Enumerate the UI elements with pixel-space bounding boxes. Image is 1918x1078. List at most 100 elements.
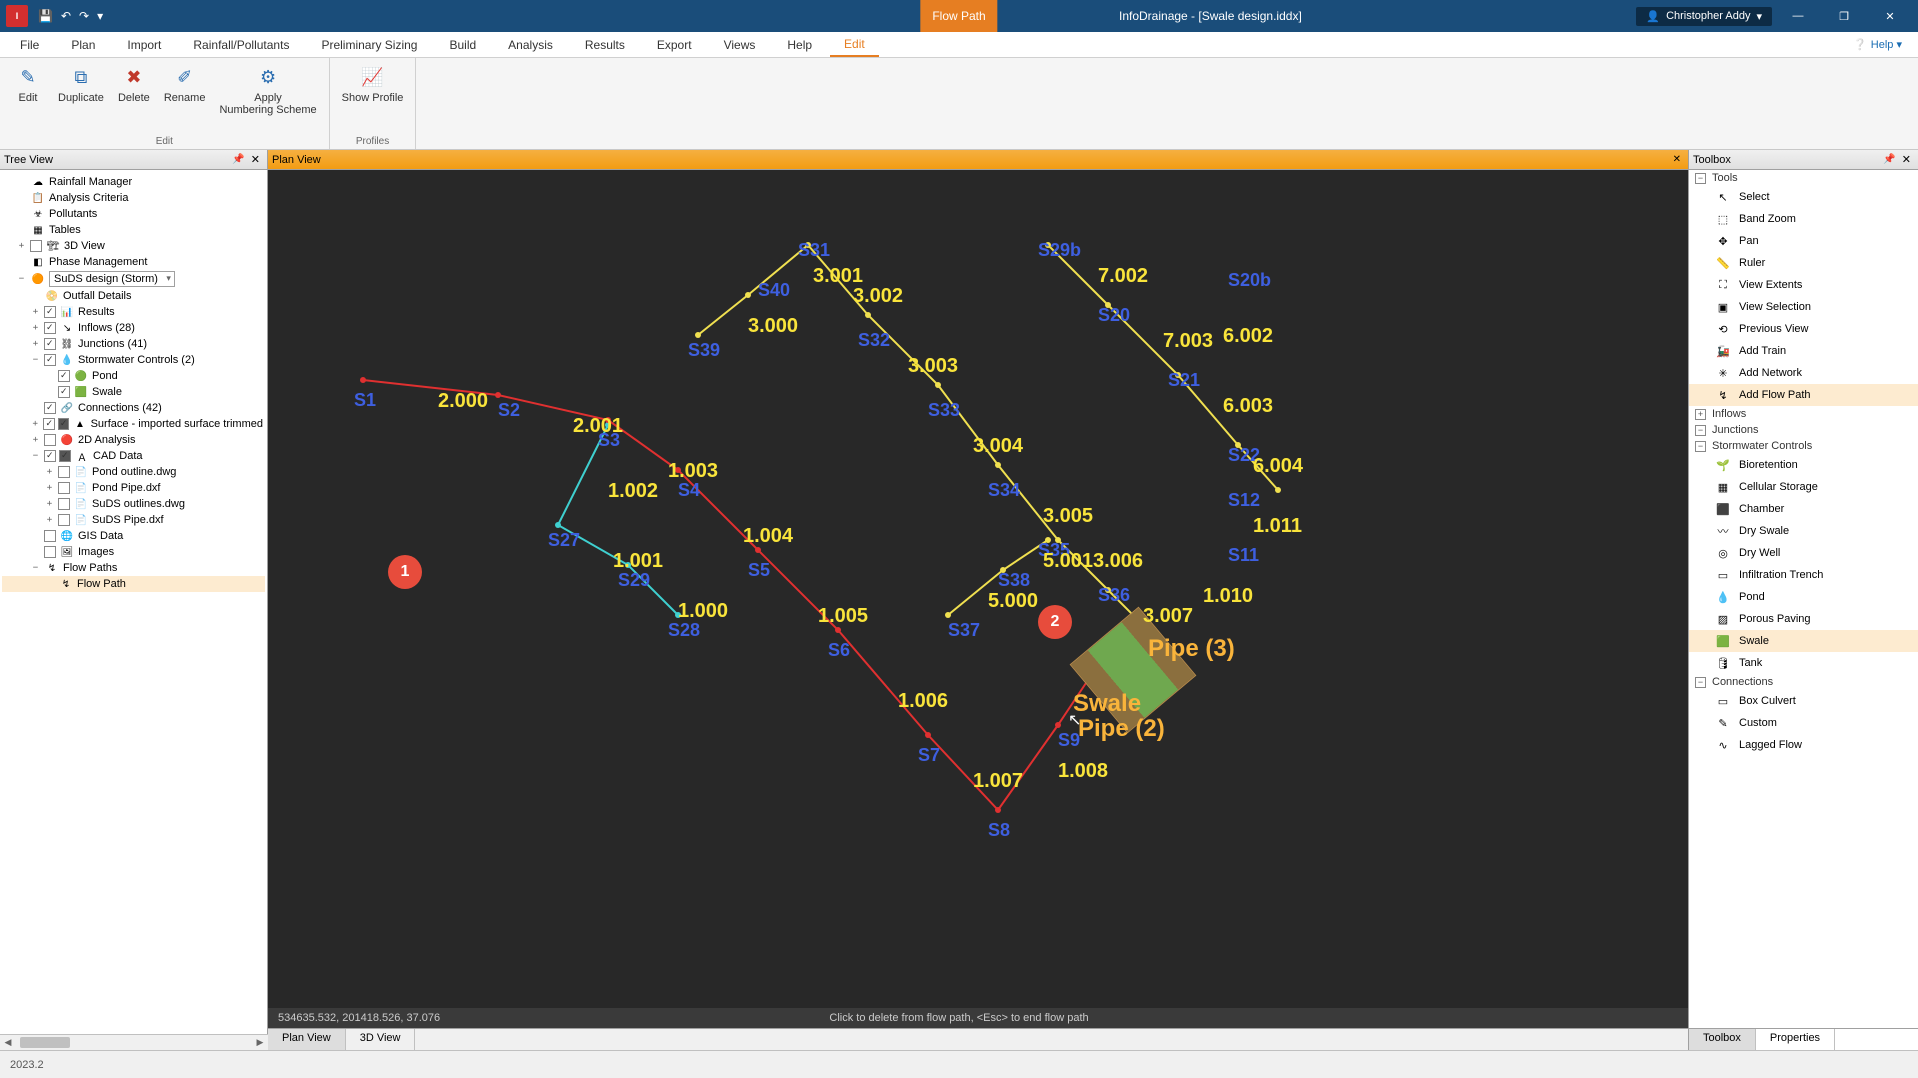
ribbon-duplicate[interactable]: ⧉Duplicate <box>54 62 108 134</box>
tree-node-connections-42-[interactable]: 🔗Connections (42) <box>2 400 265 416</box>
tree-node-pollutants[interactable]: ☣Pollutants <box>2 206 265 222</box>
tree-node-phase-management[interactable]: ◧Phase Management <box>2 254 265 270</box>
toolbox-porous-paving[interactable]: ▨Porous Paving <box>1689 608 1918 630</box>
toolbox-box-culvert[interactable]: ▭Box Culvert <box>1689 690 1918 712</box>
plan-view-canvas[interactable]: 1 2 ↖ S1S2S3S27S4S29S28S5S6S7S8S37S38S35… <box>268 170 1688 1008</box>
menu-analysis[interactable]: Analysis <box>494 34 567 56</box>
close-icon[interactable]: ✕ <box>248 153 263 166</box>
user-chip[interactable]: 👤 Christopher Addy ▾ <box>1636 7 1772 26</box>
checkbox[interactable] <box>30 240 42 252</box>
node-S32[interactable]: S32 <box>858 330 890 351</box>
plan-close-icon[interactable]: ✕ <box>1670 154 1684 165</box>
qat-more-icon[interactable]: ▾ <box>97 9 103 23</box>
save-icon[interactable]: 💾 <box>38 9 53 23</box>
expand-icon[interactable]: + <box>30 339 41 349</box>
toolbox-add-network[interactable]: ✳Add Network <box>1689 362 1918 384</box>
scroll-right-icon[interactable]: ▶ <box>252 1035 268 1050</box>
help-link[interactable]: ❔Help ▾ <box>1853 38 1912 51</box>
tree-node-flow-paths[interactable]: −↯Flow Paths <box>2 560 265 576</box>
expand-icon[interactable]: + <box>30 323 41 333</box>
expand-icon[interactable]: + <box>44 515 55 525</box>
expand-icon[interactable]: + <box>30 419 40 429</box>
close-icon[interactable]: ✕ <box>1899 153 1914 166</box>
menu-edit[interactable]: Edit <box>830 33 879 57</box>
checkbox[interactable] <box>43 418 54 430</box>
maximize-button[interactable]: ❐ <box>1824 4 1864 28</box>
toolbox-ruler[interactable]: 📏Ruler <box>1689 252 1918 274</box>
node-S20b[interactable]: S20b <box>1228 270 1271 291</box>
ribbon-rename[interactable]: ✐Rename <box>160 62 210 134</box>
tree-node-cad-data[interactable]: −ＡCAD Data <box>2 448 265 464</box>
toolbox-group-tools[interactable]: −Tools <box>1689 170 1918 186</box>
checkbox[interactable] <box>44 402 56 414</box>
expand-icon[interactable]: − <box>1695 441 1706 452</box>
checkbox[interactable] <box>44 450 56 462</box>
menu-preliminarysizing[interactable]: Preliminary Sizing <box>307 34 431 56</box>
checkbox[interactable] <box>44 546 56 558</box>
checkbox[interactable] <box>58 370 70 382</box>
tree-node-tables[interactable]: ▦Tables <box>2 222 265 238</box>
checkbox[interactable] <box>58 498 70 510</box>
tree-node-stormwater-controls-2-[interactable]: −💧Stormwater Controls (2) <box>2 352 265 368</box>
tristate-checkbox[interactable] <box>58 418 69 430</box>
ribbon-show-profile[interactable]: 📈Show Profile <box>338 62 408 134</box>
toolbox-chamber[interactable]: ⬛Chamber <box>1689 498 1918 520</box>
tree-view-tree[interactable]: ☁Rainfall Manager📋Analysis Criteria☣Poll… <box>0 170 267 1050</box>
toolbox-group-junctions[interactable]: −Junctions <box>1689 422 1918 438</box>
tree-node-pond-outline-dwg[interactable]: +📄Pond outline.dwg <box>2 464 265 480</box>
tree-hscrollbar[interactable]: ◀ ▶ <box>0 1034 268 1050</box>
node-S27[interactable]: S27 <box>548 530 580 551</box>
node-S2[interactable]: S2 <box>498 400 520 421</box>
node-S33[interactable]: S33 <box>928 400 960 421</box>
menu-import[interactable]: Import <box>113 34 175 56</box>
tree-node-suds-design-storm-[interactable]: −🟠SuDS design (Storm) <box>2 270 265 288</box>
expand-icon[interactable]: + <box>30 435 41 445</box>
tree-node-2d-analysis[interactable]: +🔴2D Analysis <box>2 432 265 448</box>
menu-plan[interactable]: Plan <box>57 34 109 56</box>
toolbox-tab-properties[interactable]: Properties <box>1756 1029 1835 1050</box>
tree-node-flow-path[interactable]: ↯Flow Path <box>2 576 265 592</box>
node-S4[interactable]: S4 <box>678 480 700 501</box>
expand-icon[interactable]: − <box>30 451 41 461</box>
tree-node-3d-view[interactable]: +🏗3D View <box>2 238 265 254</box>
toolbox-dry-swale[interactable]: 〰Dry Swale <box>1689 520 1918 542</box>
expand-icon[interactable]: − <box>1695 425 1706 436</box>
toolbox-cellular-storage[interactable]: ▦Cellular Storage <box>1689 476 1918 498</box>
toolbox-lagged-flow[interactable]: ∿Lagged Flow <box>1689 734 1918 756</box>
expand-icon[interactable]: − <box>30 563 41 573</box>
tree-node-suds-pipe-dxf[interactable]: +📄SuDS Pipe.dxf <box>2 512 265 528</box>
toolbox-view-extents[interactable]: ⛶View Extents <box>1689 274 1918 296</box>
node-S28[interactable]: S28 <box>668 620 700 641</box>
expand-icon[interactable]: − <box>16 274 27 284</box>
menu-build[interactable]: Build <box>435 34 490 56</box>
minimize-button[interactable]: — <box>1778 4 1818 28</box>
node-S5[interactable]: S5 <box>748 560 770 581</box>
expand-icon[interactable]: − <box>30 355 41 365</box>
tree-node-results[interactable]: +📊Results <box>2 304 265 320</box>
node-S29[interactable]: S29 <box>618 570 650 591</box>
node-S38[interactable]: S38 <box>998 570 1030 591</box>
tree-node-images[interactable]: 🖼Images <box>2 544 265 560</box>
menu-results[interactable]: Results <box>571 34 639 56</box>
tree-node-rainfall-manager[interactable]: ☁Rainfall Manager <box>2 174 265 190</box>
ribbon-delete[interactable]: ✖Delete <box>114 62 154 134</box>
toolbox-swale[interactable]: 🟩Swale <box>1689 630 1918 652</box>
menu-file[interactable]: File <box>6 34 53 56</box>
toolbox-pan[interactable]: ✥Pan <box>1689 230 1918 252</box>
toolbox-previous-view[interactable]: ⟲Previous View <box>1689 318 1918 340</box>
tree-node-inflows-28-[interactable]: +↘Inflows (28) <box>2 320 265 336</box>
tree-node-surface-imported-surface-trimmed[interactable]: +▲Surface - imported surface trimmed <box>2 416 265 432</box>
expand-icon[interactable]: + <box>44 483 55 493</box>
node-S20[interactable]: S20 <box>1098 305 1130 326</box>
toolbox-custom[interactable]: ✎Custom <box>1689 712 1918 734</box>
checkbox[interactable] <box>58 386 70 398</box>
expand-icon[interactable]: + <box>44 467 55 477</box>
node-S40[interactable]: S40 <box>758 280 790 301</box>
view-tab-plan-view[interactable]: Plan View <box>268 1029 346 1050</box>
toolbox-group-stormwater-controls[interactable]: −Stormwater Controls <box>1689 438 1918 454</box>
node-S7[interactable]: S7 <box>918 745 940 766</box>
checkbox[interactable] <box>44 434 56 446</box>
node-S9[interactable]: S9 <box>1058 730 1080 751</box>
toolbox-dry-well[interactable]: ◎Dry Well <box>1689 542 1918 564</box>
scroll-thumb[interactable] <box>20 1037 70 1048</box>
